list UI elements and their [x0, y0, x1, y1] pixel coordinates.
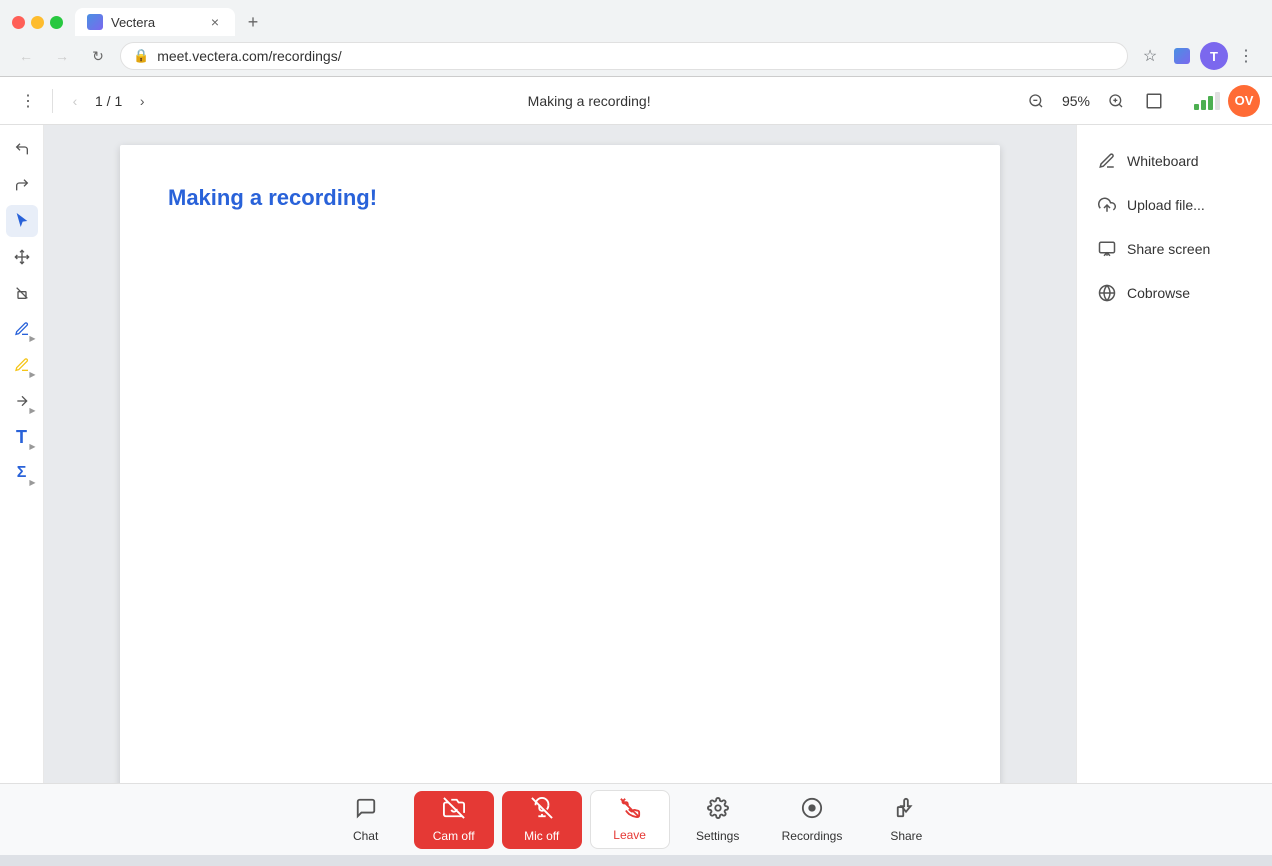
chat-icon [355, 797, 377, 825]
share-screen-icon [1097, 239, 1117, 259]
tab-favicon [87, 14, 103, 30]
tab-title: Vectera [111, 15, 199, 30]
zoom-out-button[interactable] [1022, 87, 1050, 115]
cobrowse-label: Cobrowse [1127, 285, 1190, 301]
fullscreen-button[interactable] [1138, 85, 1170, 117]
user-avatar[interactable]: OV [1228, 85, 1260, 117]
cam-off-button[interactable]: Cam off [414, 791, 494, 849]
traffic-light-maximize[interactable] [50, 16, 63, 29]
cam-off-icon [443, 797, 465, 825]
pen-tool-button[interactable]: ▶ [6, 313, 38, 345]
mic-off-icon [531, 797, 553, 825]
document-page: Making a recording! [120, 145, 1000, 783]
new-tab-button[interactable]: + [239, 8, 267, 36]
upload-file-button[interactable]: Upload file... [1089, 185, 1260, 225]
arrow-tool-button[interactable]: ▶ [6, 385, 38, 417]
toolbar-right: OV [1194, 85, 1260, 117]
profile-button[interactable]: T [1200, 42, 1228, 70]
zoom-controls: 95% [1022, 87, 1130, 115]
settings-icon [707, 797, 729, 825]
cobrowse-icon [1097, 283, 1117, 303]
whiteboard-label: Whiteboard [1127, 153, 1199, 169]
back-button[interactable]: ← [12, 42, 40, 70]
right-panel: Whiteboard Upload file... Share screen C… [1076, 125, 1272, 783]
profile-avatar[interactable]: T [1200, 42, 1228, 70]
browser-tab[interactable]: Vectera × [75, 8, 235, 36]
bottom-toolbar: Chat Cam off Mic off Leave Settings [0, 783, 1272, 855]
whiteboard-button[interactable]: Whiteboard [1089, 141, 1260, 181]
left-toolbar: ▶ ▶ ▶ T ▶ Σ ▶ [0, 125, 44, 783]
mic-off-label: Mic off [524, 829, 559, 843]
eraser-tool-button[interactable] [6, 277, 38, 309]
share-screen-button[interactable]: Share screen [1089, 229, 1260, 269]
recordings-button[interactable]: Recordings [766, 791, 859, 849]
highlight-tool-button[interactable]: ▶ [6, 349, 38, 381]
recordings-label: Recordings [782, 829, 843, 843]
vectera-extension-button[interactable] [1168, 42, 1196, 70]
share-icon [895, 797, 917, 825]
zoom-level: 95% [1056, 93, 1096, 109]
tab-close-button[interactable]: × [207, 14, 223, 30]
whiteboard-icon [1097, 151, 1117, 171]
toolbar-separator [52, 89, 53, 113]
document-content-title: Making a recording! [168, 185, 952, 211]
document-title: Making a recording! [164, 93, 1014, 109]
select-tool-button[interactable] [6, 205, 38, 237]
leave-label: Leave [613, 828, 646, 842]
cobrowse-button[interactable]: Cobrowse [1089, 273, 1260, 313]
bookmark-button[interactable]: ☆ [1136, 42, 1164, 70]
traffic-light-minimize[interactable] [31, 16, 44, 29]
settings-label: Settings [696, 829, 739, 843]
share-screen-label: Share screen [1127, 241, 1210, 257]
cam-off-label: Cam off [433, 829, 475, 843]
move-tool-button[interactable] [6, 241, 38, 273]
signal-strength-icon [1194, 92, 1220, 110]
chat-button[interactable]: Chat [326, 791, 406, 849]
page-count: 1 / 1 [95, 93, 122, 109]
leave-button[interactable]: Leave [590, 790, 670, 849]
next-page-button[interactable]: › [128, 87, 156, 115]
settings-button[interactable]: Settings [678, 791, 758, 849]
top-toolbar: ⋮ ‹ 1 / 1 › Making a recording! 95% [0, 77, 1272, 125]
address-bar[interactable]: 🔒 meet.vectera.com/recordings/ [120, 42, 1128, 70]
menu-button[interactable]: ⋮ [12, 85, 44, 117]
traffic-light-close[interactable] [12, 16, 25, 29]
more-options-button[interactable]: ⋮ [1232, 42, 1260, 70]
undo-button[interactable] [6, 133, 38, 165]
zoom-in-button[interactable] [1102, 87, 1130, 115]
prev-page-button[interactable]: ‹ [61, 87, 89, 115]
url-text: meet.vectera.com/recordings/ [157, 48, 341, 64]
page-navigation: ‹ 1 / 1 › [61, 87, 156, 115]
lock-icon: 🔒 [133, 48, 149, 64]
text-tool-button[interactable]: T ▶ [6, 421, 38, 453]
formula-tool-button[interactable]: Σ ▶ [6, 457, 38, 489]
chat-label: Chat [353, 829, 378, 843]
recordings-icon [801, 797, 823, 825]
leave-icon [619, 797, 641, 824]
reload-button[interactable]: ↻ [84, 42, 112, 70]
content-area: ▶ ▶ ▶ T ▶ Σ ▶ Making a recording! [0, 125, 1272, 783]
mic-off-button[interactable]: Mic off [502, 791, 582, 849]
share-button[interactable]: Share [866, 791, 946, 849]
forward-button[interactable]: → [48, 42, 76, 70]
share-label: Share [890, 829, 922, 843]
redo-button[interactable] [6, 169, 38, 201]
main-canvas: Making a recording! [44, 125, 1076, 783]
upload-file-label: Upload file... [1127, 197, 1205, 213]
upload-icon [1097, 195, 1117, 215]
